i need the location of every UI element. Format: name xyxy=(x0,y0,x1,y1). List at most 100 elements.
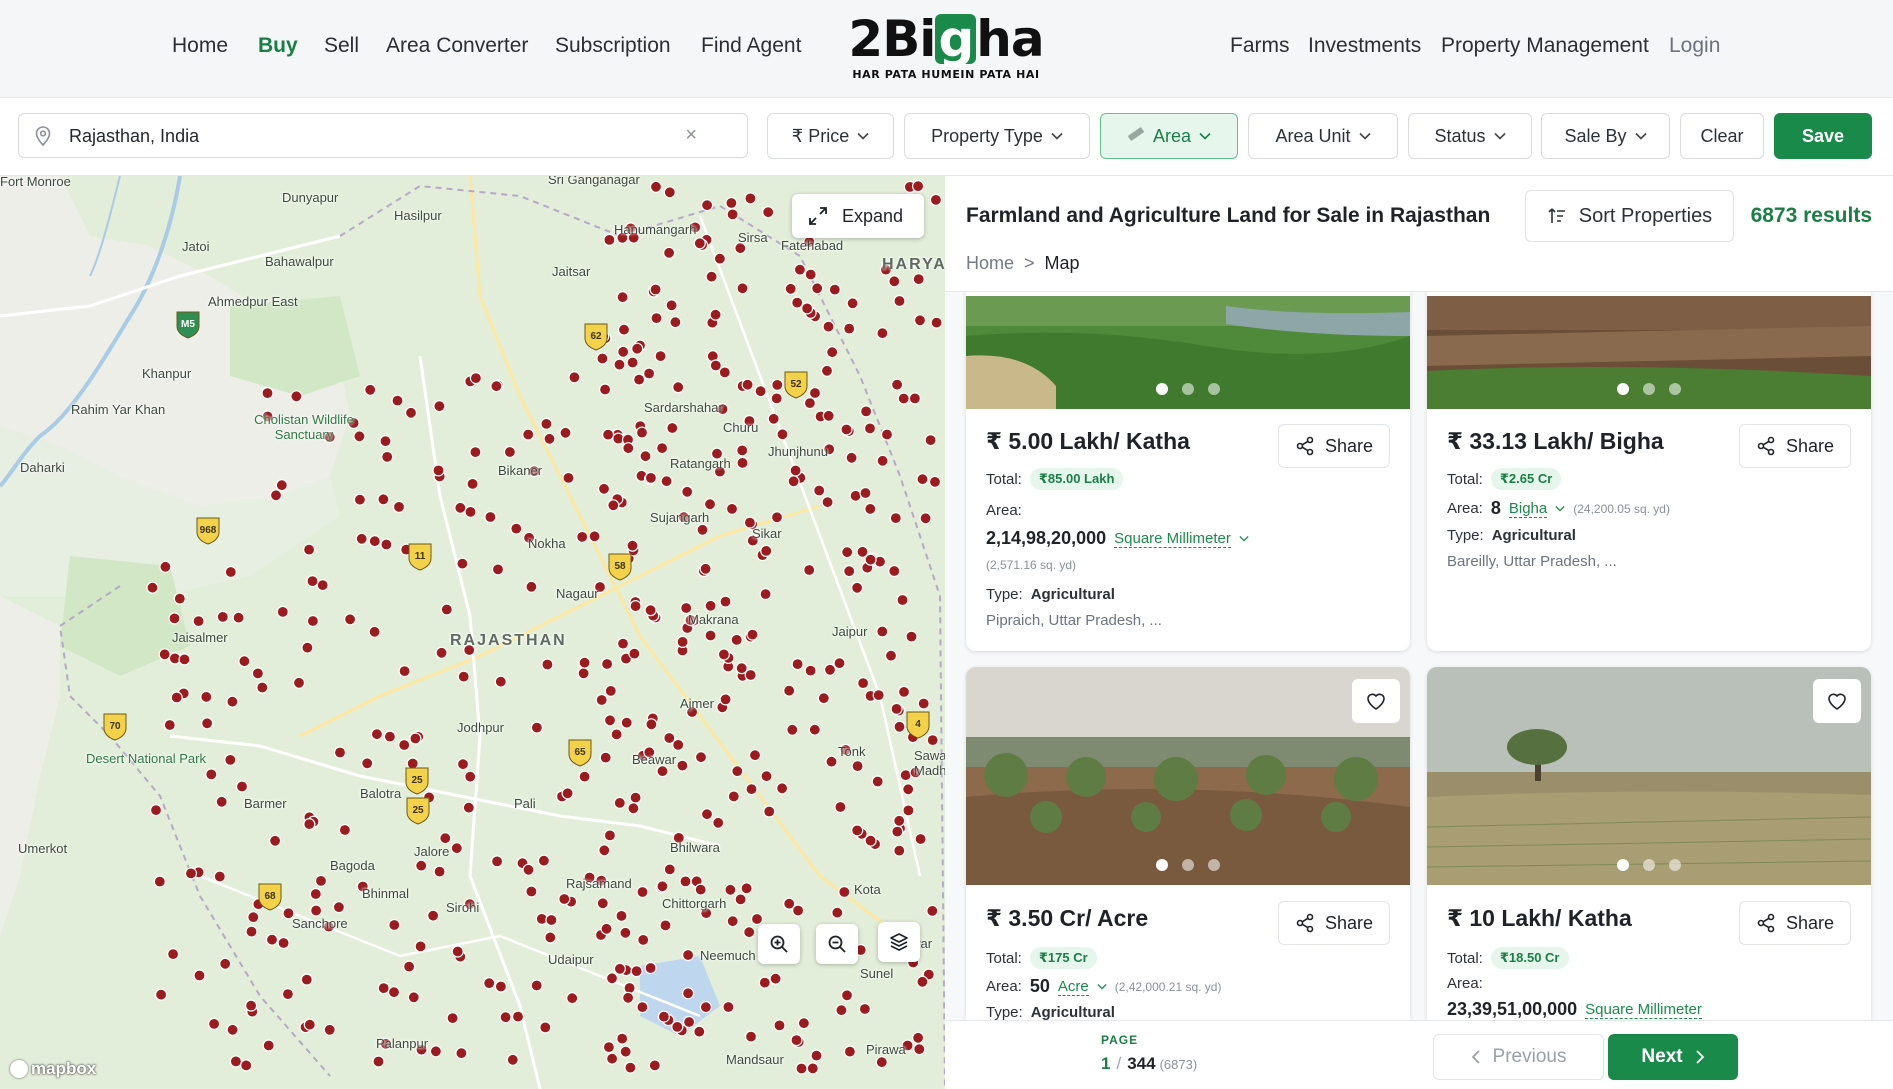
property-marker[interactable] xyxy=(433,865,446,878)
property-marker[interactable] xyxy=(631,342,644,355)
property-marker[interactable] xyxy=(629,600,642,613)
property-marker[interactable] xyxy=(506,1053,519,1066)
property-marker[interactable] xyxy=(803,397,817,410)
property-marker[interactable] xyxy=(600,922,613,935)
previous-page-button[interactable]: Previous xyxy=(1433,1034,1604,1080)
clear-search-icon[interactable]: × xyxy=(685,124,697,147)
property-marker[interactable] xyxy=(793,263,807,276)
property-marker[interactable] xyxy=(353,493,366,506)
property-marker[interactable] xyxy=(709,308,722,321)
property-marker[interactable] xyxy=(913,1043,926,1056)
property-marker[interactable] xyxy=(803,563,816,577)
property-marker[interactable] xyxy=(681,485,694,498)
property-marker[interactable] xyxy=(377,493,390,506)
property-marker[interactable] xyxy=(893,844,906,857)
property-marker[interactable] xyxy=(503,445,516,459)
property-marker[interactable] xyxy=(888,275,901,288)
property-marker[interactable] xyxy=(838,885,851,899)
property-marker[interactable] xyxy=(649,283,662,296)
property-marker[interactable] xyxy=(427,909,440,922)
property-marker[interactable] xyxy=(825,755,838,768)
property-marker[interactable] xyxy=(522,863,535,876)
property-marker[interactable] xyxy=(332,901,345,914)
property-marker[interactable] xyxy=(649,180,663,193)
property-marker[interactable] xyxy=(831,906,844,919)
property-marker[interactable] xyxy=(245,925,258,938)
property-marker[interactable] xyxy=(469,446,482,459)
property-marker[interactable] xyxy=(598,844,611,857)
property-marker[interactable] xyxy=(859,486,872,500)
property-marker[interactable] xyxy=(464,505,477,518)
property-marker[interactable] xyxy=(433,400,446,413)
property-marker[interactable] xyxy=(616,1032,629,1045)
property-marker[interactable] xyxy=(821,496,834,509)
property-marker[interactable] xyxy=(235,780,249,793)
area-unit-selector[interactable]: Bigha xyxy=(1508,500,1548,518)
property-marker[interactable] xyxy=(607,499,620,512)
property-marker[interactable] xyxy=(889,512,902,525)
property-marker[interactable] xyxy=(644,471,658,484)
property-marker[interactable] xyxy=(628,647,641,660)
property-marker[interactable] xyxy=(588,530,601,543)
property-photo[interactable] xyxy=(1427,667,1871,885)
property-marker[interactable] xyxy=(791,296,804,309)
property-marker[interactable] xyxy=(621,991,635,1004)
property-marker[interactable] xyxy=(884,649,898,662)
property-marker[interactable] xyxy=(398,738,411,752)
favorite-button[interactable] xyxy=(1813,679,1861,723)
nav-area-converter[interactable]: Area Converter xyxy=(386,34,528,58)
property-photo[interactable] xyxy=(966,667,1410,885)
property-marker[interactable] xyxy=(525,885,538,898)
property-marker[interactable] xyxy=(333,746,347,759)
property-marker[interactable] xyxy=(676,635,689,648)
property-marker[interactable] xyxy=(537,854,551,867)
property-marker[interactable] xyxy=(398,665,411,678)
property-marker[interactable] xyxy=(601,428,615,441)
property-marker[interactable] xyxy=(876,625,889,638)
property-marker[interactable] xyxy=(804,664,817,677)
property-marker[interactable] xyxy=(703,498,717,511)
property-marker[interactable] xyxy=(843,565,856,578)
property-marker[interactable] xyxy=(722,1000,735,1014)
property-marker[interactable] xyxy=(902,804,915,817)
property-marker[interactable] xyxy=(864,553,877,566)
property-marker[interactable] xyxy=(850,581,864,594)
property-photo[interactable] xyxy=(1427,296,1871,409)
property-marker[interactable] xyxy=(917,697,930,710)
nav-login[interactable]: Login xyxy=(1669,34,1720,58)
property-marker[interactable] xyxy=(890,378,904,391)
property-marker[interactable] xyxy=(905,630,918,643)
property-marker[interactable] xyxy=(864,502,877,515)
property-marker[interactable] xyxy=(800,302,814,315)
property-marker[interactable] xyxy=(916,473,929,486)
property-marker[interactable] xyxy=(561,787,574,800)
property-marker[interactable] xyxy=(813,484,826,497)
property-marker[interactable] xyxy=(224,565,237,579)
property-marker[interactable] xyxy=(876,327,889,340)
property-marker[interactable] xyxy=(808,723,821,736)
property-marker[interactable] xyxy=(205,768,218,781)
property-marker[interactable] xyxy=(511,1010,525,1023)
location-search[interactable]: × xyxy=(18,113,748,158)
property-marker[interactable] xyxy=(843,322,856,335)
property-marker[interactable] xyxy=(379,435,392,448)
property-marker[interactable] xyxy=(763,805,776,818)
property-marker[interactable] xyxy=(251,667,264,680)
property-marker[interactable] xyxy=(913,314,927,327)
property-marker[interactable] xyxy=(924,434,937,447)
property-marker[interactable] xyxy=(598,383,612,396)
property-marker[interactable] xyxy=(562,471,575,484)
property-marker[interactable] xyxy=(719,595,732,608)
property-marker[interactable] xyxy=(669,316,682,329)
property-marker[interactable] xyxy=(446,1011,459,1025)
property-marker[interactable] xyxy=(604,684,617,698)
property-marker[interactable] xyxy=(725,196,738,210)
property-marker[interactable] xyxy=(811,282,824,295)
property-marker[interactable] xyxy=(735,662,748,675)
property-marker[interactable] xyxy=(525,580,538,593)
property-marker[interactable] xyxy=(568,371,581,384)
area-unit-selector[interactable]: Acre xyxy=(1057,978,1089,996)
property-marker[interactable] xyxy=(388,918,401,932)
property-marker[interactable] xyxy=(306,575,319,588)
property-marker[interactable] xyxy=(277,936,290,950)
